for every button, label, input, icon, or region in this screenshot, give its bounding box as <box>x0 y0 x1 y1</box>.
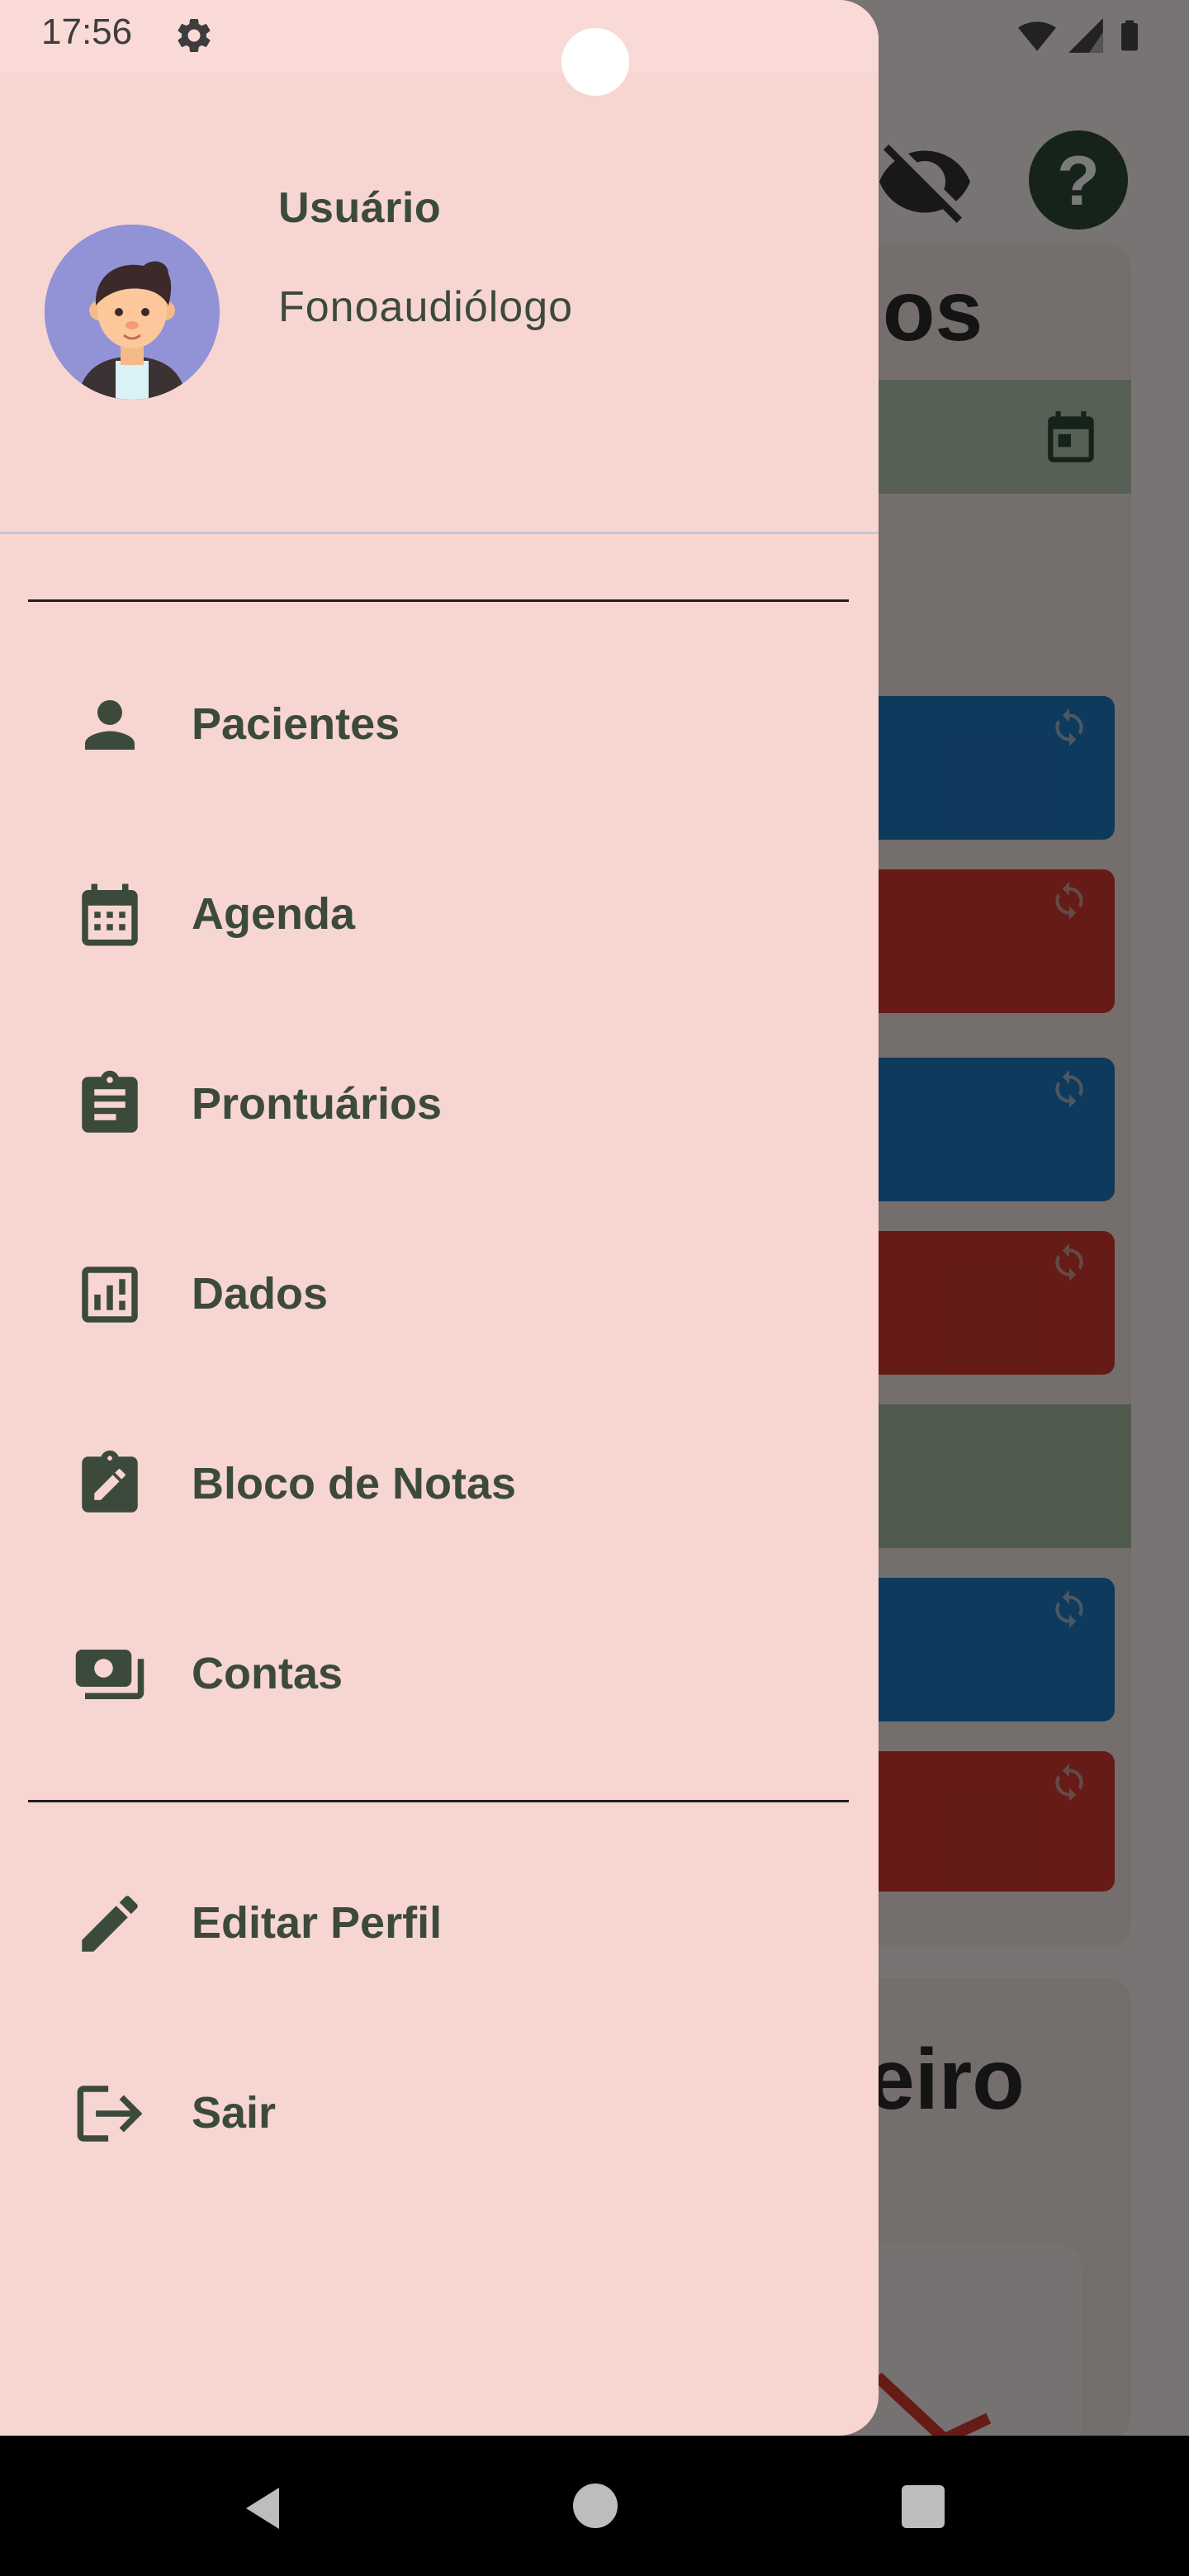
status-time: 17:56 <box>41 12 133 52</box>
camera-cutout <box>561 28 629 96</box>
nav-label: Sair <box>192 2088 277 2138</box>
nav-label: Editar Perfil <box>192 1898 443 1948</box>
nav-item-agenda[interactable]: Agenda <box>0 841 879 989</box>
signal-icon <box>1068 18 1103 53</box>
edit-icon <box>73 1887 147 1961</box>
nav-label: Prontuários <box>192 1079 443 1129</box>
gear-icon <box>178 18 211 52</box>
nav-item-bloco-de-notas[interactable]: Bloco de Notas <box>0 1410 879 1559</box>
nav-item-dados[interactable]: Dados <box>0 1220 879 1369</box>
drawer-header: 17:56 Usuário Fonoaudiólogo <box>0 0 879 534</box>
nav-item-sair[interactable]: Sair <box>0 2039 879 2188</box>
recents-button[interactable] <box>902 2485 945 2528</box>
back-button[interactable] <box>238 2484 287 2533</box>
person-icon <box>73 688 147 762</box>
user-name: Usuário <box>278 184 442 232</box>
wifi-icon <box>1018 21 1056 51</box>
navigation-drawer: 17:56 Usuário Fonoaudiólogo Pacientes Ag… <box>0 0 879 2436</box>
system-navigation-bar <box>0 2436 1189 2576</box>
nav-label: Bloco de Notas <box>192 1459 517 1508</box>
nav-item-pacientes[interactable]: Pacientes <box>0 651 879 799</box>
nav-label: Contas <box>192 1649 343 1698</box>
menu-divider <box>28 599 849 602</box>
nav-label: Agenda <box>192 889 356 939</box>
avatar <box>45 225 220 400</box>
logout-icon <box>73 2076 147 2151</box>
note-edit-icon <box>73 1447 147 1522</box>
clipboard-icon <box>73 1068 147 1142</box>
battery-icon <box>1121 20 1138 51</box>
menu-divider <box>28 1800 849 1802</box>
nav-label: Pacientes <box>192 699 400 749</box>
money-icon <box>73 1637 147 1712</box>
nav-label: Dados <box>192 1269 329 1319</box>
nav-item-contas[interactable]: Contas <box>0 1600 879 1749</box>
calendar-icon <box>73 878 147 952</box>
chart-icon <box>73 1257 147 1332</box>
user-role: Fonoaudiólogo <box>278 283 574 331</box>
avatar-illustration <box>45 225 220 400</box>
nav-item-prontuarios[interactable]: Prontuários <box>0 1030 879 1179</box>
nav-item-editar-perfil[interactable]: Editar Perfil <box>0 1849 879 1998</box>
home-button[interactable] <box>573 2484 618 2528</box>
